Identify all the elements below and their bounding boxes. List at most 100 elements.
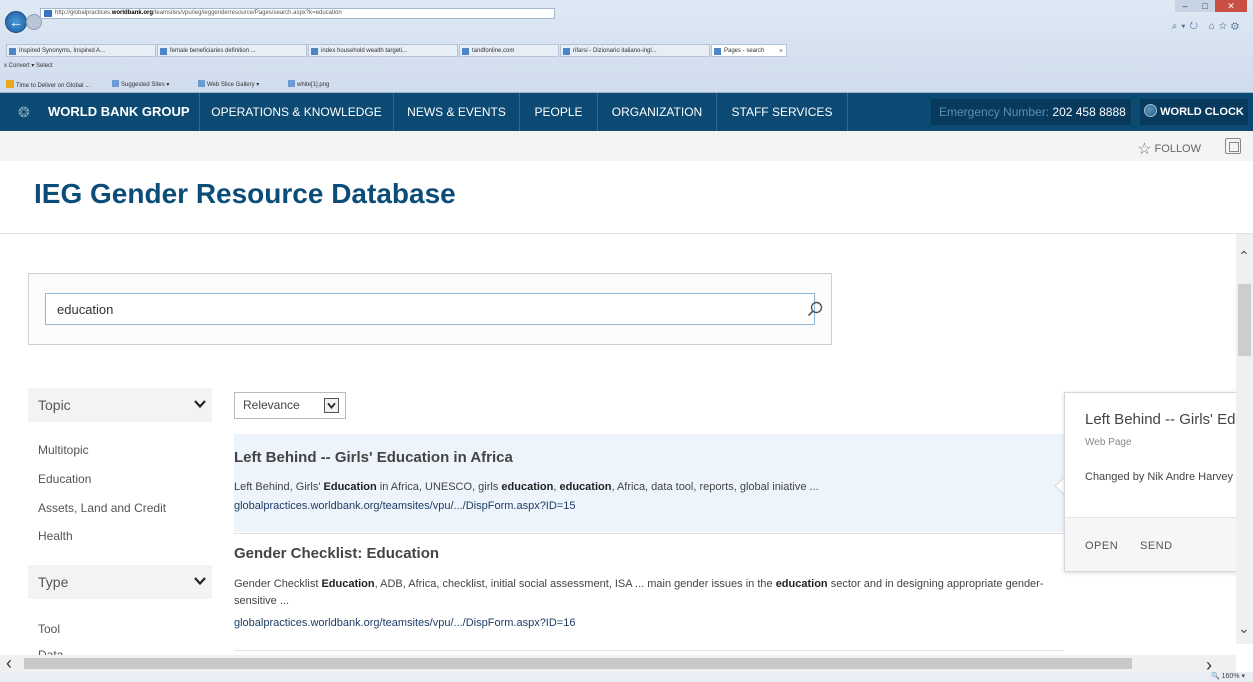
zoom-value: 160%	[1221, 673, 1240, 680]
snippet-text: , ADB, Africa, checklist, initial social…	[374, 578, 776, 590]
open-button[interactable]: OPEN	[1085, 540, 1118, 552]
result-url[interactable]: globalpractices.worldbank.org/teamsites/…	[234, 617, 575, 629]
nav-organization[interactable]: ORGANIZATION	[597, 93, 716, 131]
browser-tab[interactable]: index household wealth targeti...	[308, 44, 458, 57]
search-result[interactable]: Left Behind -- Girls' Education in Afric…	[234, 434, 1064, 532]
nav-operations-knowledge[interactable]: OPERATIONS & KNOWLEDGE	[199, 93, 393, 131]
suggested-sites-icon	[112, 80, 119, 87]
back-button[interactable]: ←	[5, 11, 27, 33]
callout-actions: OPEN SEND	[1065, 517, 1252, 571]
result-title[interactable]: Left Behind -- Girls' Education in Afric…	[234, 449, 513, 466]
result-title[interactable]: Gender Checklist: Education	[234, 545, 439, 562]
refiner-item[interactable]: Tool	[38, 622, 60, 636]
tab-favicon-icon	[563, 48, 570, 55]
scroll-left-icon[interactable]: ‹	[6, 653, 12, 674]
window-controls: – □ ✕	[1175, 0, 1247, 14]
horizontal-scrollbar[interactable]: ‹	[0, 653, 1236, 674]
close-window-button[interactable]: ✕	[1215, 0, 1247, 12]
refiner-item[interactable]: Assets, Land and Credit	[38, 501, 166, 515]
snippet-hit: education	[775, 578, 828, 590]
snippet-hit: education	[559, 481, 612, 493]
favorite-label: Suggested Sites ▾	[121, 82, 170, 88]
nav-people[interactable]: PEOPLE	[519, 93, 597, 131]
refiner-item[interactable]: Data	[38, 648, 63, 655]
vertical-scrollbar[interactable]: ⌃ ⌄	[1236, 234, 1253, 644]
search-box-container	[28, 273, 832, 345]
url-part: worldbank.org	[310, 617, 380, 629]
browser-tools-icons[interactable]: ⌕▾↻ ⌂☆⚙	[1172, 21, 1243, 32]
emergency-label: Emergency Number:	[939, 105, 1050, 119]
result-divider	[234, 650, 1064, 651]
address-bar[interactable]: http://globalpractices.worldbank.org/tea…	[40, 8, 555, 19]
snippet-text: Gender Checklist	[234, 578, 322, 590]
world-bank-logo-icon: ❂	[18, 104, 30, 120]
chevron-down-icon	[324, 398, 339, 413]
refiner-item[interactable]: Multitopic	[38, 443, 89, 457]
nav-staff-services[interactable]: STAFF SERVICES	[716, 93, 848, 131]
nav-news-events[interactable]: NEWS & EVENTS	[393, 93, 519, 131]
browser-tab[interactable]: tandfonline.com	[459, 44, 559, 57]
refiner-item[interactable]: Education	[38, 472, 91, 486]
result-snippet: Left Behind, Girls' Education in Africa,…	[234, 479, 1054, 496]
result-hover-panel: Left Behind -- Girls' Education in Afric…	[1064, 392, 1253, 572]
command-bar[interactable]: x Convert ▾ Select	[4, 62, 53, 72]
browser-tab[interactable]: female beneficiaries definition ...	[157, 44, 307, 57]
globe-icon	[1144, 104, 1158, 117]
world-clock-button[interactable]: WORLD CLOCK	[1140, 99, 1248, 125]
send-button[interactable]: SEND	[1140, 540, 1173, 552]
focus-on-content-icon[interactable]	[1225, 138, 1241, 154]
favorite-link[interactable]: Web Slice Gallery ▾	[198, 80, 259, 88]
favorite-link[interactable]: Time to Deliver on Global ...	[6, 80, 90, 89]
minimize-button[interactable]: –	[1175, 0, 1195, 12]
tab-close-icon[interactable]: ×	[779, 45, 783, 56]
refiner-type-header[interactable]: Type	[28, 565, 212, 599]
favorite-label: white[1].png	[297, 82, 330, 88]
scroll-up-icon[interactable]: ⌃	[1238, 248, 1250, 265]
refiner-topic-header[interactable]: Topic	[28, 388, 212, 422]
sort-dropdown[interactable]: Relevance	[234, 392, 346, 419]
tab-label: tandfonline.com	[472, 48, 515, 54]
favorite-link[interactable]: white[1].png	[288, 80, 329, 88]
snippet-text: Left Behind, Girls'	[234, 481, 324, 493]
maximize-button[interactable]: □	[1195, 0, 1215, 12]
tab-label: female beneficiaries definition ...	[170, 48, 256, 54]
horizontal-scroll-thumb[interactable]	[24, 658, 1132, 669]
zoom-level[interactable]: 🔍 160% ▾	[1211, 672, 1245, 680]
url-prefix: http://globalpractices.	[55, 10, 112, 16]
status-bar: 🔍 160% ▾	[0, 672, 1253, 682]
image-file-icon	[288, 80, 295, 87]
browser-tab[interactable]: Inspired Synonyms, Inspired A...	[6, 44, 156, 57]
emergency-number: Emergency Number: 202 458 8888	[931, 99, 1131, 125]
browser-tab[interactable]: rifarsi - Dizionario italiano-ingl...	[560, 44, 710, 57]
tab-label: Inspired Synonyms, Inspired A...	[19, 48, 106, 54]
url-part: globalpractices.	[234, 500, 311, 512]
search-result[interactable]: Gender Checklist: Education Gender Check…	[234, 534, 1064, 646]
follow-label: FOLLOW	[1154, 143, 1201, 155]
title-divider	[0, 233, 1253, 234]
result-url[interactable]: globalpractices.worldbank.org/teamsites/…	[234, 500, 575, 512]
browser-tab-active[interactable]: Pages - search ×	[711, 44, 787, 57]
url-part: worldbank.org	[310, 500, 380, 512]
tab-favicon-icon	[714, 48, 721, 55]
snippet-hit: education	[501, 481, 554, 493]
brand-link[interactable]: WORLD BANK GROUP	[48, 104, 190, 119]
refiner-item[interactable]: Health	[38, 529, 73, 543]
callout-title[interactable]: Left Behind -- Girls' Education in Afric…	[1085, 411, 1252, 428]
search-input[interactable]	[45, 293, 815, 325]
url-domain: worldbank.org	[111, 10, 154, 16]
vertical-scroll-thumb[interactable]	[1238, 284, 1251, 356]
tab-favicon-icon	[462, 48, 469, 55]
favorite-link[interactable]: Suggested Sites ▾	[112, 80, 169, 88]
refiner-title: Topic	[38, 397, 71, 413]
search-icon[interactable]	[807, 301, 823, 317]
address-row: ← http://globalpractices.worldbank.org/t…	[0, 5, 1253, 33]
tab-favicon-icon	[9, 48, 16, 55]
tab-label: index household wealth targeti...	[321, 48, 408, 54]
scroll-down-icon[interactable]: ⌄	[1238, 620, 1250, 637]
snippet-text: in Africa, UNESCO, girls	[376, 481, 502, 493]
follow-button[interactable]: ☆ FOLLOW	[1137, 139, 1201, 159]
world-clock-label: WORLD CLOCK	[1160, 106, 1244, 118]
emergency-phone: 202 458 8888	[1052, 105, 1126, 119]
snippet-text: , Africa, data tool, reports, global ini…	[611, 481, 819, 493]
snippet-hit: Education	[321, 578, 375, 590]
